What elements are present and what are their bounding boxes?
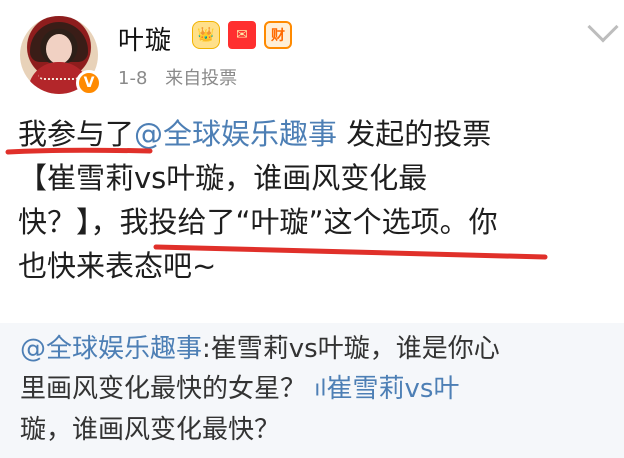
username[interactable]: 叶璇 xyxy=(118,20,172,57)
wealth-badge-icon[interactable]: 财 xyxy=(264,21,292,49)
post-body: 我参与了@全球娱乐趣事 发起的投票 【崔雪莉vs叶璇，谁画风变化最 快？】，我投… xyxy=(18,112,618,288)
red-packet-icon[interactable]: ✉ xyxy=(228,21,256,49)
poll-icon: ıl xyxy=(314,376,327,402)
vote-choice-text: 我投给了“叶璇”这个选项。你 xyxy=(119,205,498,239)
post-line-3-prefix: 快？】， xyxy=(18,205,120,239)
post-line-3: 快？】，我投给了“叶璇”这个选项。你 xyxy=(18,200,618,244)
post-line-1: 我参与了@全球娱乐趣事 发起的投票 xyxy=(18,112,618,156)
user-badges: 👑 ✉ 财 xyxy=(192,21,292,49)
participated-text: 我参与了 xyxy=(18,117,135,151)
post-line-1-suffix: 发起的投票 xyxy=(337,117,492,151)
reposted-poll-card[interactable]: @全球娱乐趣事:崔雪莉vs叶璇，谁是你心 里画风变化最快的女星？ ıl崔雪莉vs… xyxy=(0,323,624,458)
repost-line-1-rest: :崔雪莉vs叶璇，谁是你心 xyxy=(202,334,500,364)
post-timestamp: 1-8 xyxy=(118,68,148,89)
post-header: V 叶璇 👑 ✉ 财 1-8 来自投票 xyxy=(0,0,624,110)
avatar-face xyxy=(46,34,72,64)
repost-line-2: 里画风变化最快的女星？ ıl崔雪莉vs叶 xyxy=(20,369,620,410)
post-meta: 1-8 来自投票 xyxy=(118,64,249,90)
post-line-4: 也快来表态吧~ xyxy=(18,249,217,283)
repost-line-1: @全球娱乐趣事:崔雪莉vs叶璇，谁是你心 xyxy=(20,329,620,369)
verified-badge-icon: V xyxy=(76,70,102,96)
mention-link[interactable]: @全球娱乐趣事 xyxy=(134,117,337,151)
repost-line-3[interactable]: 璇，谁画风变化最快？ xyxy=(20,410,620,450)
post-source[interactable]: 来自投票 xyxy=(165,68,237,89)
repost-text: @全球娱乐趣事:崔雪莉vs叶璇，谁是你心 里画风变化最快的女星？ ıl崔雪莉vs… xyxy=(20,329,620,450)
avatar-pearls xyxy=(38,68,80,80)
repost-line-2-prefix: 里画风变化最快的女星？ xyxy=(20,374,307,404)
post-line-2: 【崔雪莉vs叶璇，谁画风变化最 xyxy=(18,161,428,195)
repost-mention-link[interactable]: @全球娱乐趣事 xyxy=(20,334,202,364)
crown-icon[interactable]: 👑 xyxy=(192,21,220,49)
chevron-down-icon[interactable] xyxy=(587,11,619,43)
poll-link[interactable]: 崔雪莉vs叶 xyxy=(327,374,460,404)
